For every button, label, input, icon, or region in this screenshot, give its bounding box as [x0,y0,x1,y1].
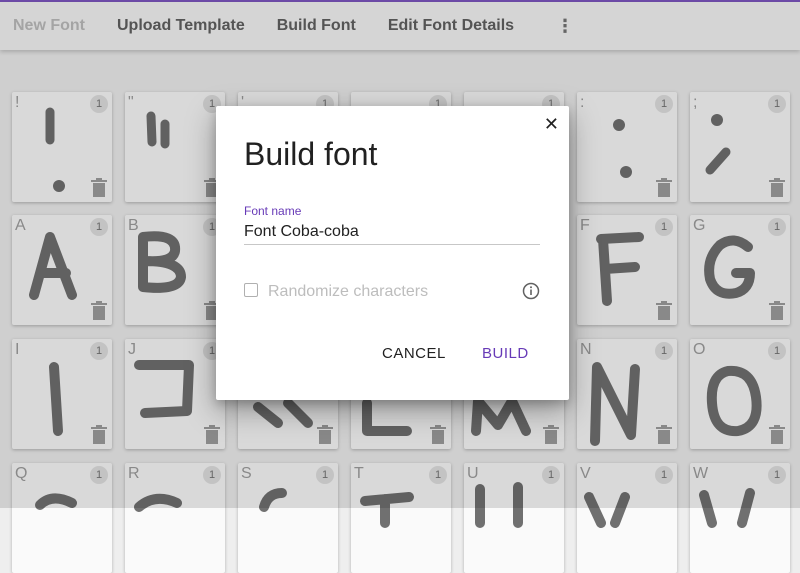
build-button[interactable]: BUILD [482,345,529,362]
randomize-checkbox-label[interactable]: Randomize characters [268,283,428,301]
cancel-button[interactable]: CANCEL [382,345,446,362]
randomize-checkbox[interactable] [244,283,258,297]
font-name-label: Font name [244,204,302,218]
info-icon[interactable] [522,282,540,300]
build-font-dialog: ✕ Build font Font name Randomize charact… [216,106,569,400]
close-icon[interactable]: ✕ [544,114,559,135]
dialog-title: Build font [244,136,378,172]
font-name-input[interactable] [244,220,540,245]
